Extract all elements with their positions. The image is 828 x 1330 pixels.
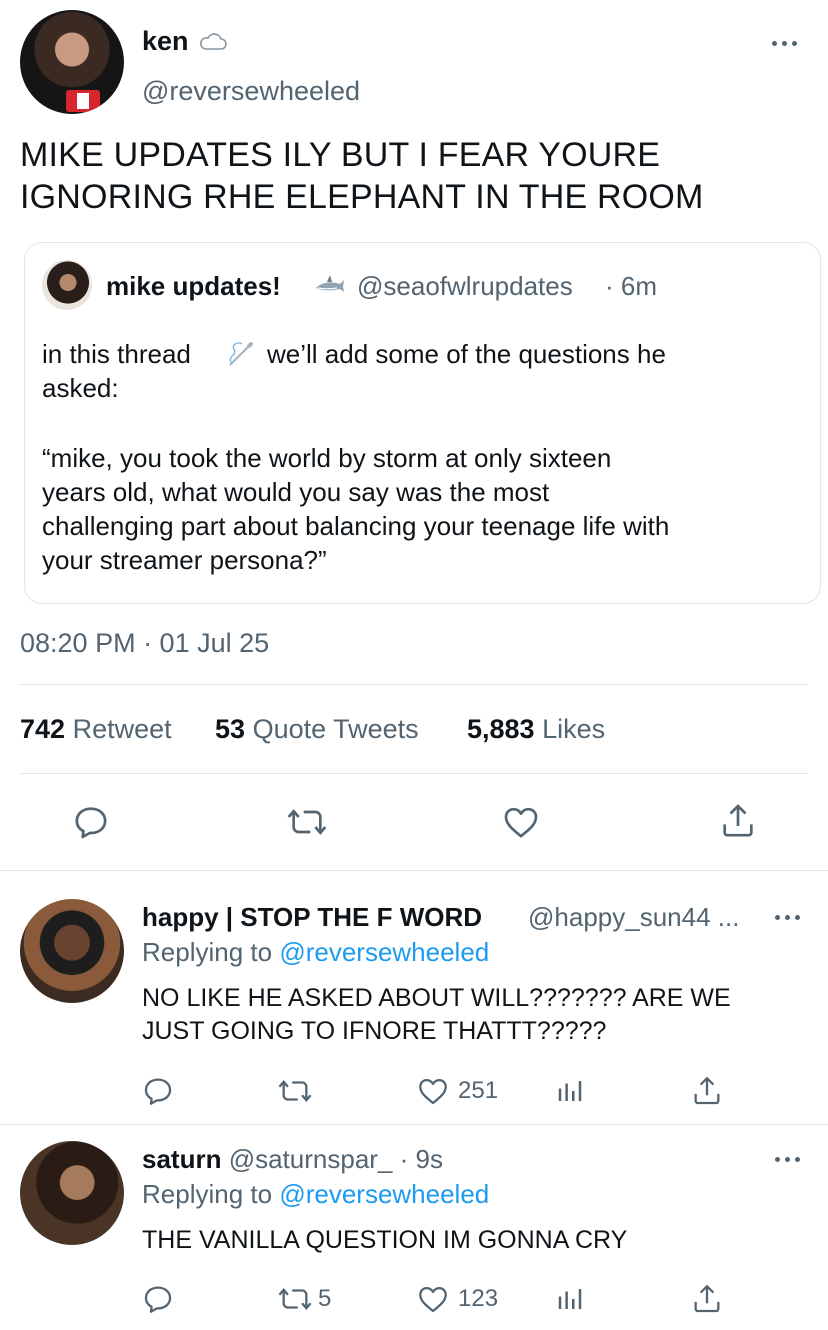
quoted-text-line: your streamer persona?” bbox=[42, 545, 327, 575]
retweet-icon[interactable] bbox=[285, 802, 329, 842]
reply-time: · 9s bbox=[399, 1144, 443, 1174]
divider bbox=[20, 773, 808, 774]
reply-icon[interactable] bbox=[71, 802, 111, 842]
replying-to-handle[interactable]: @reversewheeled bbox=[279, 937, 489, 967]
quoted-display-name[interactable]: mike updates! bbox=[106, 271, 281, 302]
replying-to: Replying to @reversewheeled bbox=[142, 1179, 489, 1210]
likes-count: 5,883 bbox=[467, 714, 535, 744]
quotes-label: Quote Tweets bbox=[252, 714, 419, 744]
thread-needle-icon bbox=[229, 342, 253, 366]
like-count: 251 bbox=[458, 1077, 499, 1104]
display-name[interactable]: ken bbox=[142, 26, 189, 57]
share-icon[interactable] bbox=[690, 1281, 724, 1317]
quotes-count: 53 bbox=[215, 714, 246, 744]
avatar[interactable] bbox=[20, 899, 124, 1003]
analytics-icon[interactable] bbox=[555, 1076, 585, 1106]
cloud-icon bbox=[200, 33, 227, 50]
reply-text-line: NO LIKE HE ASKED ABOUT WILL??????? ARE W… bbox=[142, 984, 731, 1012]
tweet-text-line: MIKE UPDATES ILY BUT I FEAR YOURE bbox=[20, 136, 661, 174]
retweets-label: Retweet bbox=[72, 714, 172, 744]
more-icon[interactable] bbox=[770, 38, 800, 48]
more-icon[interactable] bbox=[773, 912, 803, 922]
quoted-text-line: challenging part about balancing your te… bbox=[42, 511, 670, 541]
reply-header: saturn @saturnspar_ · 9s bbox=[142, 1144, 443, 1175]
reply-display-name[interactable]: happy | STOP THE F WORD bbox=[142, 902, 482, 933]
like-icon[interactable] bbox=[415, 1282, 451, 1316]
likes-stat[interactable]: 5,883 Likes bbox=[467, 714, 605, 745]
quoted-text-line: years old, what would you say was the mo… bbox=[42, 477, 550, 507]
likes-label: Likes bbox=[542, 714, 606, 744]
quoted-text-line: we’ll add some of the questions he bbox=[267, 339, 666, 369]
reply-handle[interactable]: @happy_sun44 ... bbox=[528, 902, 739, 933]
reply-icon[interactable] bbox=[141, 1074, 175, 1108]
quote-tweets-stat[interactable]: 53 Quote Tweets bbox=[215, 714, 419, 745]
like-count: 123 bbox=[458, 1285, 499, 1312]
like-icon[interactable] bbox=[500, 802, 542, 842]
reply-text-line: JUST GOING TO IFNORE THATTT????? bbox=[142, 1017, 607, 1045]
quoted-text-line: asked: bbox=[42, 373, 119, 403]
share-icon[interactable] bbox=[718, 800, 758, 842]
reply-text-line: THE VANILLA QUESTION IM GONNA CRY bbox=[142, 1226, 628, 1254]
divider bbox=[0, 870, 828, 871]
retweet-icon[interactable] bbox=[276, 1074, 314, 1108]
retweet-count: 5 bbox=[318, 1285, 332, 1312]
replying-to: Replying to @reversewheeled bbox=[142, 937, 489, 968]
more-icon[interactable] bbox=[773, 1154, 803, 1164]
reply-handle[interactable]: @saturnspar_ bbox=[229, 1144, 393, 1174]
tweet-text-line: IGNORING RHE ELEPHANT IN THE ROOM bbox=[20, 178, 704, 216]
avatar[interactable] bbox=[20, 10, 124, 114]
divider bbox=[0, 1124, 828, 1125]
like-icon[interactable] bbox=[415, 1074, 451, 1108]
handle[interactable]: @reversewheeled bbox=[142, 76, 360, 107]
retweets-stat[interactable]: 742 Retweet bbox=[20, 714, 172, 745]
tweet-timestamp[interactable]: 08:20 PM · 01 Jul 25 bbox=[20, 628, 269, 659]
quoted-text-line: in this thread bbox=[42, 339, 191, 369]
replying-to-label: Replying to bbox=[142, 937, 273, 967]
replying-to-label: Replying to bbox=[142, 1179, 273, 1209]
divider bbox=[20, 684, 808, 685]
reply-display-name[interactable]: saturn bbox=[142, 1144, 221, 1174]
reply-icon[interactable] bbox=[141, 1282, 175, 1316]
avatar[interactable] bbox=[20, 1141, 124, 1245]
replying-to-handle[interactable]: @reversewheeled bbox=[279, 1179, 489, 1209]
share-icon[interactable] bbox=[690, 1073, 724, 1109]
quoted-handle[interactable]: @seaofwlrupdates bbox=[357, 271, 573, 302]
retweet-icon[interactable] bbox=[276, 1282, 314, 1316]
shark-icon bbox=[316, 275, 344, 292]
analytics-icon[interactable] bbox=[555, 1284, 585, 1314]
quoted-avatar[interactable] bbox=[42, 260, 92, 310]
quoted-time: · 6m bbox=[605, 271, 657, 301]
retweets-count: 742 bbox=[20, 714, 66, 744]
quoted-text-line: “mike, you took the world by storm at on… bbox=[42, 443, 612, 473]
